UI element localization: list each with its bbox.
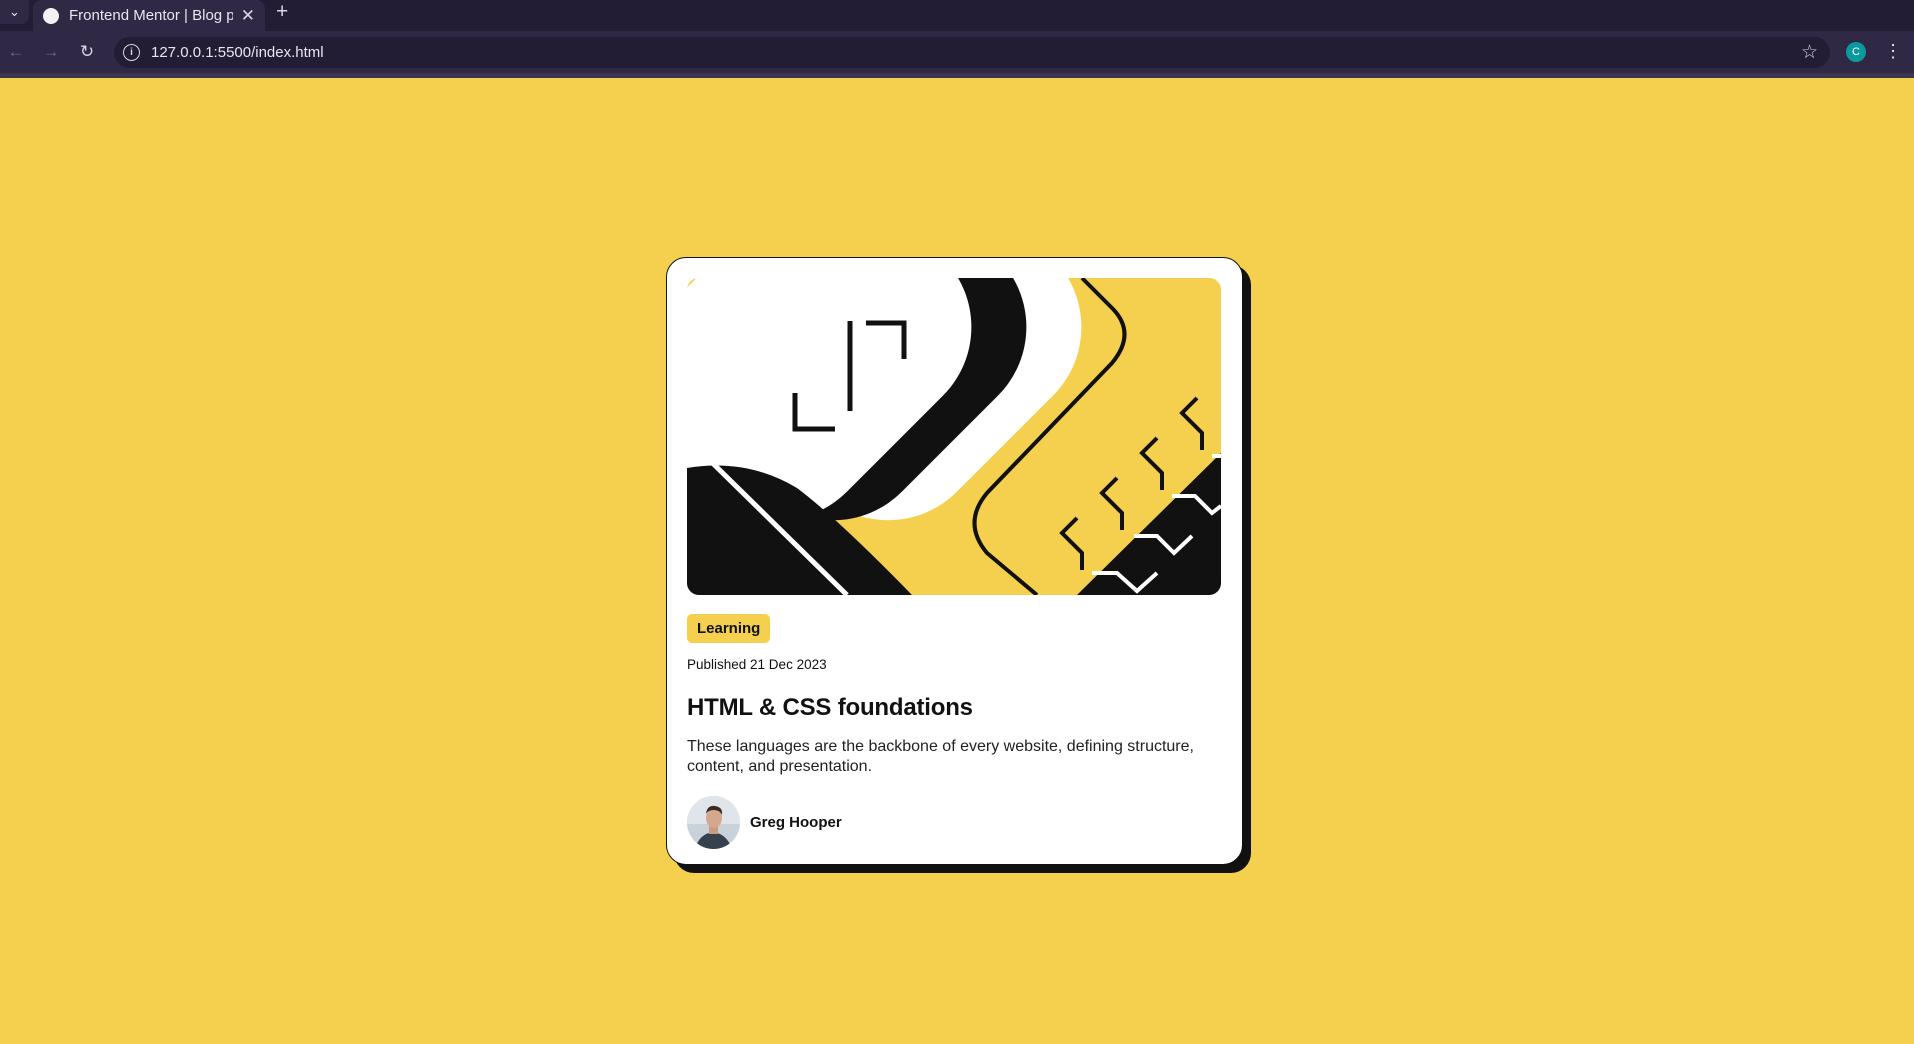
card-description: These languages are the backbone of ever…	[687, 738, 1194, 775]
close-icon[interactable]: ✕	[241, 6, 255, 26]
back-arrow-icon[interactable]: ←	[3, 39, 29, 65]
favicon-icon	[43, 7, 59, 24]
reload-icon[interactable]: ↻	[74, 39, 100, 65]
toolbar-divider	[0, 73, 1914, 78]
tab-title: Frontend Mentor | Blog preview card	[69, 7, 233, 24]
url-text[interactable]: 127.0.0.1:5500/index.html	[151, 44, 324, 61]
tab-search-button[interactable]: ⌄	[0, 0, 29, 24]
published-date: Published 21 Dec 2023	[687, 657, 827, 672]
site-info-icon[interactable]: i	[123, 44, 140, 61]
tab-active[interactable]: Frontend Mentor | Blog preview card ✕	[33, 0, 265, 31]
plus-icon[interactable]: +	[276, 1, 288, 23]
category-badge: Learning	[687, 614, 771, 643]
kebab-menu-icon[interactable]: ⋮	[1884, 39, 1902, 63]
address-bar[interactable]: i 127.0.0.1:5500/index.html ☆	[114, 37, 1830, 68]
chevron-down-icon: ⌄	[9, 4, 20, 19]
author-name: Greg Hooper	[750, 814, 842, 831]
tab-strip: ⌄ Frontend Mentor | Blog preview card ✕ …	[0, 0, 1914, 31]
card-illustration	[687, 278, 1221, 595]
profile-avatar[interactable]: C	[1846, 42, 1866, 62]
card-title[interactable]: HTML & CSS foundations	[687, 694, 973, 722]
browser-toolbar: ← → ↻ i 127.0.0.1:5500/index.html ☆ C ⋮	[0, 31, 1914, 73]
author: Greg Hooper	[687, 796, 842, 849]
blog-preview-card: Learning Published 21 Dec 2023 HTML & CS…	[666, 257, 1243, 865]
avatar	[687, 796, 740, 849]
bookmark-star-icon[interactable]: ☆	[1801, 41, 1818, 64]
forward-arrow-icon[interactable]: →	[38, 39, 64, 65]
